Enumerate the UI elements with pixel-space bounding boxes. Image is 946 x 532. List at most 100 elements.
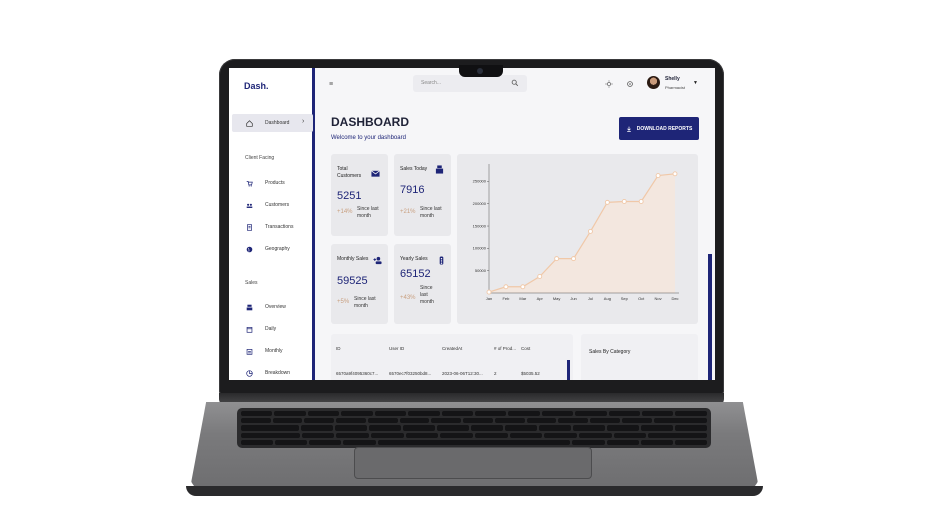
table-cell-products: 2 [494, 371, 497, 376]
sidebar-section-title: Client Facing [245, 155, 275, 161]
stat-change: +43% [400, 295, 416, 301]
stat-card-monthly-sales: Monthly Sales 59525 +5% Since last month [331, 244, 388, 324]
stat-title: Yearly Sales [400, 256, 428, 262]
stat-value: 65152 [400, 268, 431, 280]
sidebar-item-label: Breakdown [265, 370, 291, 376]
page-scrollbar[interactable] [708, 254, 712, 380]
gear-icon[interactable] [626, 80, 634, 88]
x-tick-label: Aug [604, 296, 611, 301]
pie-icon [245, 369, 253, 377]
sidebar-item-label: Transactions [265, 224, 294, 230]
download-reports-button[interactable]: DOWNLOAD REPORTS [619, 117, 699, 140]
stat-title: Total Customers [337, 166, 362, 179]
sidebar-item-label: Overview [265, 304, 286, 310]
cart-icon [245, 179, 253, 187]
download-icon [626, 126, 631, 132]
table-cell-user-id: 6570ec7f03250bd8... [389, 371, 432, 376]
chart-point [672, 171, 678, 177]
sidebar-item-label: Daily [265, 326, 277, 332]
sidebar: Dash. Dashboard › Client Facing Products… [229, 68, 315, 380]
chart-point [520, 284, 526, 290]
sidebar-item-breakdown[interactable]: Breakdown [245, 367, 290, 379]
person-add-icon [373, 256, 382, 265]
table-header-id[interactable]: ID [336, 346, 341, 351]
stat-card-sales-today: Sales Today 7916 +21% Since last month [394, 154, 451, 236]
receipt-icon [245, 223, 253, 231]
sidebar-item-overview[interactable]: Overview [245, 301, 286, 313]
x-tick-label: Jun [570, 296, 576, 301]
sidebar-item-monthly[interactable]: Monthly [245, 345, 283, 357]
sidebar-item-geography[interactable]: Geography [245, 243, 290, 255]
sidebar-item-transactions[interactable]: Transactions [245, 221, 293, 233]
touchpad [354, 447, 592, 479]
table-header-cost[interactable]: Cost [521, 346, 530, 351]
chart-point [655, 173, 661, 179]
menu-icon[interactable]: ≡ [329, 81, 333, 88]
chart-point [604, 199, 610, 205]
x-tick-label: Apr [537, 296, 544, 301]
table-header-user-id[interactable]: User ID [389, 346, 404, 351]
stat-change: +21% [400, 209, 416, 215]
sidebar-item-label: Customers [265, 202, 290, 208]
table-cell-created-at: 2023-06-06T12:30... [442, 371, 483, 376]
stat-since: Since last month [357, 206, 379, 219]
stat-since: Since last month [354, 296, 376, 309]
chart-point [503, 284, 509, 290]
sidebar-item-customers[interactable]: Customers [245, 199, 289, 211]
sidebar-section-title: Sales [245, 280, 258, 286]
stat-change: +14% [337, 209, 353, 215]
calendar-month-icon [245, 347, 253, 355]
sales-overview-chart-card: 50000 100000 150000 200000 250000 Jan Feb Mar Ap… [457, 154, 698, 324]
page-title: DASHBOARD [331, 115, 409, 129]
chart-point [486, 289, 492, 295]
laptop-screen: Dash. Dashboard › Client Facing Products… [229, 68, 715, 380]
stat-card-yearly-sales: Yearly Sales 65152 +43% Since last month [394, 244, 451, 324]
sidebar-item-daily[interactable]: Daily [245, 323, 276, 335]
table-header-created-at[interactable]: CreatedAt [442, 346, 462, 351]
webcam-notch [459, 65, 503, 77]
brand-logo[interactable]: Dash. [244, 81, 269, 91]
y-tick-label: 50000 [475, 268, 487, 273]
globe-icon [245, 245, 253, 253]
table-scrollbar[interactable] [567, 360, 570, 380]
user-role: Pharmacist [665, 85, 686, 90]
calendar-icon [245, 325, 253, 333]
avatar[interactable] [647, 76, 660, 89]
stat-value: 59525 [337, 275, 368, 287]
table-cell-cost: $5035.52 [521, 371, 540, 376]
chart-point [638, 199, 644, 204]
theme-toggle-icon[interactable] [605, 80, 613, 88]
y-tick-label: 100000 [473, 246, 487, 251]
chevron-down-icon[interactable]: ▼ [693, 80, 698, 86]
y-tick-label: 150000 [473, 223, 487, 228]
chevron-right-icon: › [302, 118, 305, 125]
stat-title: Sales Today [400, 166, 428, 172]
stat-title: Monthly Sales [337, 256, 369, 262]
sidebar-item-label: Geography [265, 246, 290, 252]
sidebar-item-dashboard[interactable]: Dashboard [245, 117, 289, 129]
customers-icon [245, 201, 253, 209]
search-icon[interactable] [511, 79, 519, 87]
sidebar-item-products[interactable]: Products [245, 177, 285, 189]
chart-point [554, 256, 560, 262]
search-input[interactable]: Search... [413, 75, 527, 92]
x-tick-label: Jan [486, 296, 492, 301]
download-reports-label: DOWNLOAD REPORTS [636, 125, 693, 132]
table-header-products[interactable]: # of Prod... [494, 346, 516, 351]
chart-point [571, 256, 576, 262]
y-tick-label: 200000 [473, 201, 487, 206]
sales-by-category-card: Sales By Category [581, 334, 698, 380]
y-tick-label: 250000 [473, 179, 487, 184]
user-name: Shelly [665, 76, 680, 82]
keyboard [237, 408, 711, 448]
stat-value: 7916 [400, 184, 425, 196]
page-subtitle: Welcome to your dashboard [331, 135, 406, 141]
point-of-sale-icon [435, 165, 444, 174]
stat-card-total-customers: Total Customers 5251 +14% Since last mon… [331, 154, 388, 236]
stat-change: +5% [337, 299, 350, 305]
stat-since: Since last month [420, 285, 434, 305]
overview-icon [245, 303, 253, 311]
x-tick-label: May [553, 296, 561, 301]
x-tick-label: Mar [519, 296, 527, 301]
stat-value: 5251 [337, 190, 362, 202]
